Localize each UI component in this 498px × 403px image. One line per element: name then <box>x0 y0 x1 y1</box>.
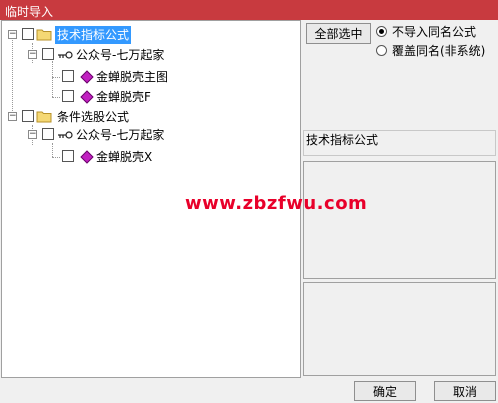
cancel-button[interactable]: 取消 <box>434 381 496 401</box>
node-label[interactable]: 金蝉脱壳X <box>96 148 152 166</box>
radio-skip-duplicates[interactable]: 不导入同名公式 <box>376 24 496 40</box>
formula-diamond-icon <box>80 150 94 164</box>
tree-node-author[interactable]: − 公众号-七万起家 <box>2 46 298 64</box>
node-label[interactable]: 金蝉脱壳F <box>96 88 151 106</box>
tree-node-formula[interactable]: 金蝉脱壳X <box>2 148 298 166</box>
ok-button[interactable]: 确定 <box>354 381 416 401</box>
tree-node-author[interactable]: − 公众号-七万起家 <box>2 126 298 144</box>
title-bar: 临时导入 <box>0 0 498 20</box>
collapse-toggle[interactable]: − <box>8 30 17 39</box>
formula-diamond-icon <box>80 90 94 104</box>
node-checkbox[interactable] <box>62 70 74 82</box>
tree-node-formula[interactable]: 金蝉脱壳主图 <box>2 68 298 86</box>
node-checkbox[interactable] <box>42 48 54 60</box>
formula-type-label: 技术指标公式 <box>303 130 496 156</box>
watermark-text: www.zbzfwu.com <box>185 193 368 214</box>
node-checkbox[interactable] <box>42 128 54 140</box>
key-icon <box>58 51 73 59</box>
folder-icon <box>36 29 52 41</box>
tree-node-formula[interactable]: 金蝉脱壳F <box>2 88 298 106</box>
node-checkbox[interactable] <box>62 150 74 162</box>
radio-label[interactable]: 覆盖同名(非系统) <box>392 43 485 59</box>
node-label[interactable]: 条件选股公式 <box>57 108 129 126</box>
collapse-toggle[interactable]: − <box>28 130 37 139</box>
node-checkbox[interactable] <box>62 90 74 102</box>
radio-button[interactable] <box>376 26 387 37</box>
tree-node-condition-folder[interactable]: − 条件选股公式 <box>2 108 298 126</box>
node-label[interactable]: 金蝉脱壳主图 <box>96 68 168 86</box>
description-panel <box>303 161 496 279</box>
radio-overwrite-duplicates[interactable]: 覆盖同名(非系统) <box>376 43 496 59</box>
window-title: 临时导入 <box>5 5 54 19</box>
select-all-button[interactable]: 全部选中 <box>306 23 371 44</box>
collapse-toggle[interactable]: − <box>8 112 17 121</box>
node-label[interactable]: 公众号-七万起家 <box>76 126 164 144</box>
radio-button[interactable] <box>376 45 387 56</box>
node-label[interactable]: 公众号-七万起家 <box>76 46 164 64</box>
node-checkbox[interactable] <box>22 110 34 122</box>
node-checkbox[interactable] <box>22 28 34 40</box>
collapse-toggle[interactable]: − <box>28 50 37 59</box>
preview-panel <box>303 282 496 376</box>
key-icon <box>58 131 73 139</box>
formula-diamond-icon <box>80 70 94 84</box>
tree-node-tech-folder[interactable]: − 技术指标公式 <box>2 26 298 44</box>
radio-label[interactable]: 不导入同名公式 <box>392 24 476 40</box>
folder-icon <box>36 111 52 123</box>
node-label[interactable]: 技术指标公式 <box>55 26 132 44</box>
